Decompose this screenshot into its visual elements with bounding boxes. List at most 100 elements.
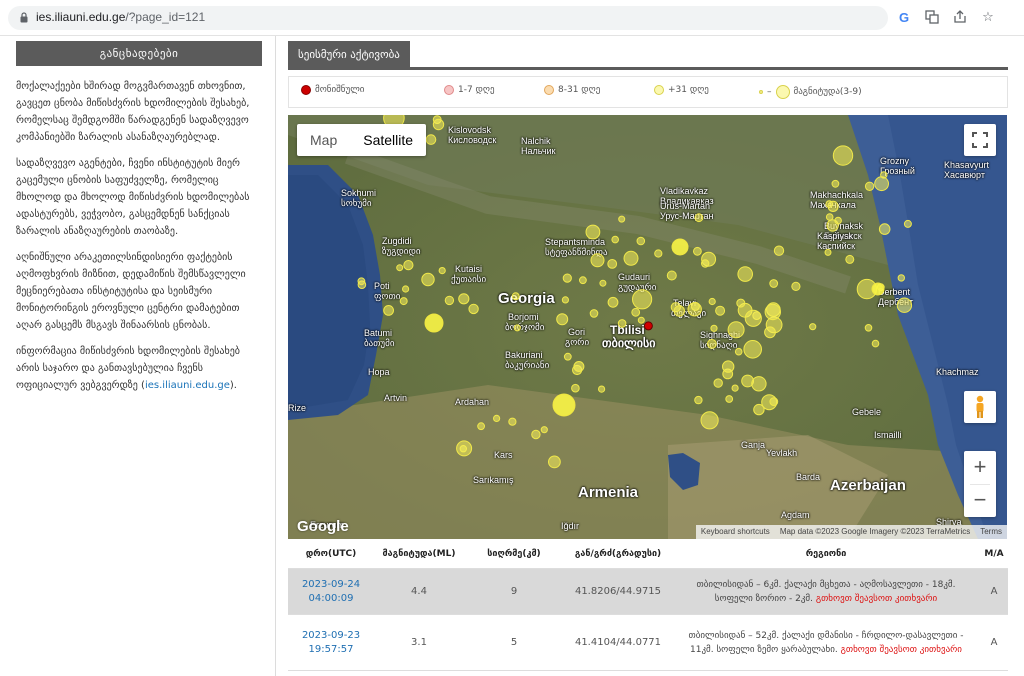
earthquake-marker[interactable]	[769, 397, 779, 407]
earthquake-marker[interactable]	[611, 235, 620, 244]
earthquake-marker[interactable]	[396, 264, 404, 272]
earthquake-marker[interactable]	[824, 248, 832, 256]
earthquake-marker[interactable]	[871, 339, 880, 348]
earthquake-marker[interactable]	[458, 293, 470, 305]
earthquake-marker[interactable]	[540, 426, 548, 434]
star-icon[interactable]: ☆	[979, 8, 997, 26]
earthquake-marker[interactable]	[832, 145, 854, 166]
earthquake-marker[interactable]	[562, 273, 572, 283]
selected-event-marker[interactable]	[643, 321, 653, 331]
earthquake-marker[interactable]	[753, 403, 765, 416]
earthquake-marker[interactable]	[444, 295, 455, 306]
table-row[interactable]: 2023-09-23 19:57:57 3.1 5 41.4104/44.077…	[288, 615, 1008, 671]
earthquake-marker[interactable]	[744, 309, 762, 327]
earthquake-marker[interactable]	[751, 376, 767, 392]
earthquake-marker[interactable]	[632, 289, 653, 310]
earthquake-marker[interactable]	[607, 259, 618, 269]
earthquake-map[interactable]: Kislovodsk Кисловодск Nalchik Нальчик Grozny…	[288, 115, 1007, 539]
share-icon[interactable]	[951, 8, 969, 26]
satellite-button[interactable]: Satellite	[350, 124, 426, 156]
earthquake-marker[interactable]	[769, 279, 779, 288]
earthquake-marker[interactable]	[468, 303, 479, 315]
address-bar[interactable]: ies.iliauni.edu.ge/?page_id=121	[8, 6, 888, 30]
earthquake-marker[interactable]	[590, 253, 605, 268]
earthquake-marker[interactable]	[737, 266, 754, 282]
earthquake-marker[interactable]	[493, 414, 501, 422]
earthquake-marker[interactable]	[599, 279, 607, 287]
earthquake-marker[interactable]	[722, 360, 735, 373]
earthquake-marker[interactable]	[791, 281, 801, 291]
earthquake-marker[interactable]	[864, 324, 873, 332]
zoom-out-button[interactable]: −	[964, 484, 996, 517]
zoom-in-button[interactable]: +	[964, 451, 996, 484]
earthquake-marker[interactable]	[731, 384, 739, 392]
earthquake-marker[interactable]	[513, 324, 521, 332]
table-row[interactable]: 2023-09-24 04:00:09 4.4 9 41.8206/44.971…	[288, 569, 1008, 615]
earthquake-marker[interactable]	[607, 296, 619, 308]
earthquake-marker[interactable]	[687, 302, 702, 317]
event-datetime-link[interactable]: 2023-09-23 19:57:57	[288, 629, 374, 657]
earthquake-marker[interactable]	[477, 422, 486, 431]
earthquake-marker[interactable]	[623, 250, 639, 266]
earthquake-marker[interactable]	[764, 303, 781, 321]
earthquake-marker[interactable]	[700, 411, 719, 430]
earthquake-marker[interactable]	[425, 134, 437, 145]
earthquake-marker[interactable]	[456, 440, 473, 457]
earthquake-marker[interactable]	[864, 181, 875, 192]
google-icon[interactable]: G	[895, 8, 913, 26]
earthquake-marker[interactable]	[403, 260, 414, 271]
street-view-button[interactable]	[964, 391, 996, 423]
fullscreen-button[interactable]	[964, 124, 996, 156]
keyboard-shortcuts-link[interactable]: Keyboard shortcuts	[696, 525, 775, 539]
earthquake-marker[interactable]	[671, 238, 689, 256]
earthquake-marker[interactable]	[701, 259, 710, 268]
earthquake-marker[interactable]	[715, 305, 726, 316]
earthquake-marker[interactable]	[631, 307, 641, 317]
earthquake-marker[interactable]	[809, 323, 817, 331]
earthquake-marker[interactable]	[831, 179, 840, 188]
earthquake-marker[interactable]	[552, 393, 576, 417]
earthquake-marker[interactable]	[579, 276, 587, 285]
map-button[interactable]: Map	[297, 124, 350, 156]
earthquake-marker[interactable]	[773, 245, 785, 256]
earthquake-marker[interactable]	[585, 224, 601, 240]
earthquake-marker[interactable]	[834, 216, 842, 225]
earthquake-marker[interactable]	[424, 313, 444, 333]
earthquake-marker[interactable]	[878, 223, 891, 235]
event-datetime-link[interactable]: 2023-09-24 04:00:09	[288, 578, 374, 606]
earthquake-marker[interactable]	[727, 321, 745, 339]
questionnaire-link[interactable]: გთხოვთ შეავსოთ კითხვარი	[841, 645, 962, 655]
earthquake-marker[interactable]	[508, 417, 517, 426]
terms-link[interactable]: Terms	[975, 525, 1007, 539]
earthquake-marker[interactable]	[694, 213, 704, 223]
earthquake-marker[interactable]	[903, 219, 912, 228]
earthquake-marker[interactable]	[708, 297, 716, 306]
earthquake-marker[interactable]	[694, 395, 703, 405]
earthquake-marker[interactable]	[383, 305, 394, 316]
earthquake-marker[interactable]	[736, 298, 746, 308]
earthquake-marker[interactable]	[618, 215, 626, 223]
earthquake-marker[interactable]	[573, 361, 585, 372]
earthquake-marker[interactable]	[710, 324, 718, 332]
earthquake-marker[interactable]	[713, 378, 723, 388]
earthquake-marker[interactable]	[571, 383, 580, 393]
earthquake-marker[interactable]	[654, 249, 663, 258]
translate-icon[interactable]	[923, 8, 941, 26]
earthquake-marker[interactable]	[874, 176, 889, 192]
questionnaire-link[interactable]: გთხოვთ შეავსოთ კითხვარი	[816, 594, 937, 604]
earthquake-marker[interactable]	[589, 309, 599, 318]
earthquake-marker[interactable]	[438, 267, 446, 275]
earthquake-marker[interactable]	[896, 297, 913, 313]
earthquake-marker[interactable]	[511, 292, 520, 301]
tab-seismic-activity[interactable]: სეისმური აქტივობა	[288, 41, 410, 68]
earthquake-marker[interactable]	[707, 339, 717, 349]
earthquake-marker[interactable]	[598, 385, 606, 393]
earthquake-marker[interactable]	[636, 236, 646, 246]
earthquake-marker[interactable]	[617, 319, 627, 328]
earthquake-marker[interactable]	[531, 429, 541, 440]
earthquake-marker[interactable]	[764, 326, 776, 339]
earthquake-marker[interactable]	[637, 316, 645, 324]
earthquake-marker[interactable]	[563, 352, 572, 361]
earthquake-marker[interactable]	[845, 254, 855, 264]
website-link[interactable]: ies.iliauni.edu.ge	[145, 380, 230, 391]
